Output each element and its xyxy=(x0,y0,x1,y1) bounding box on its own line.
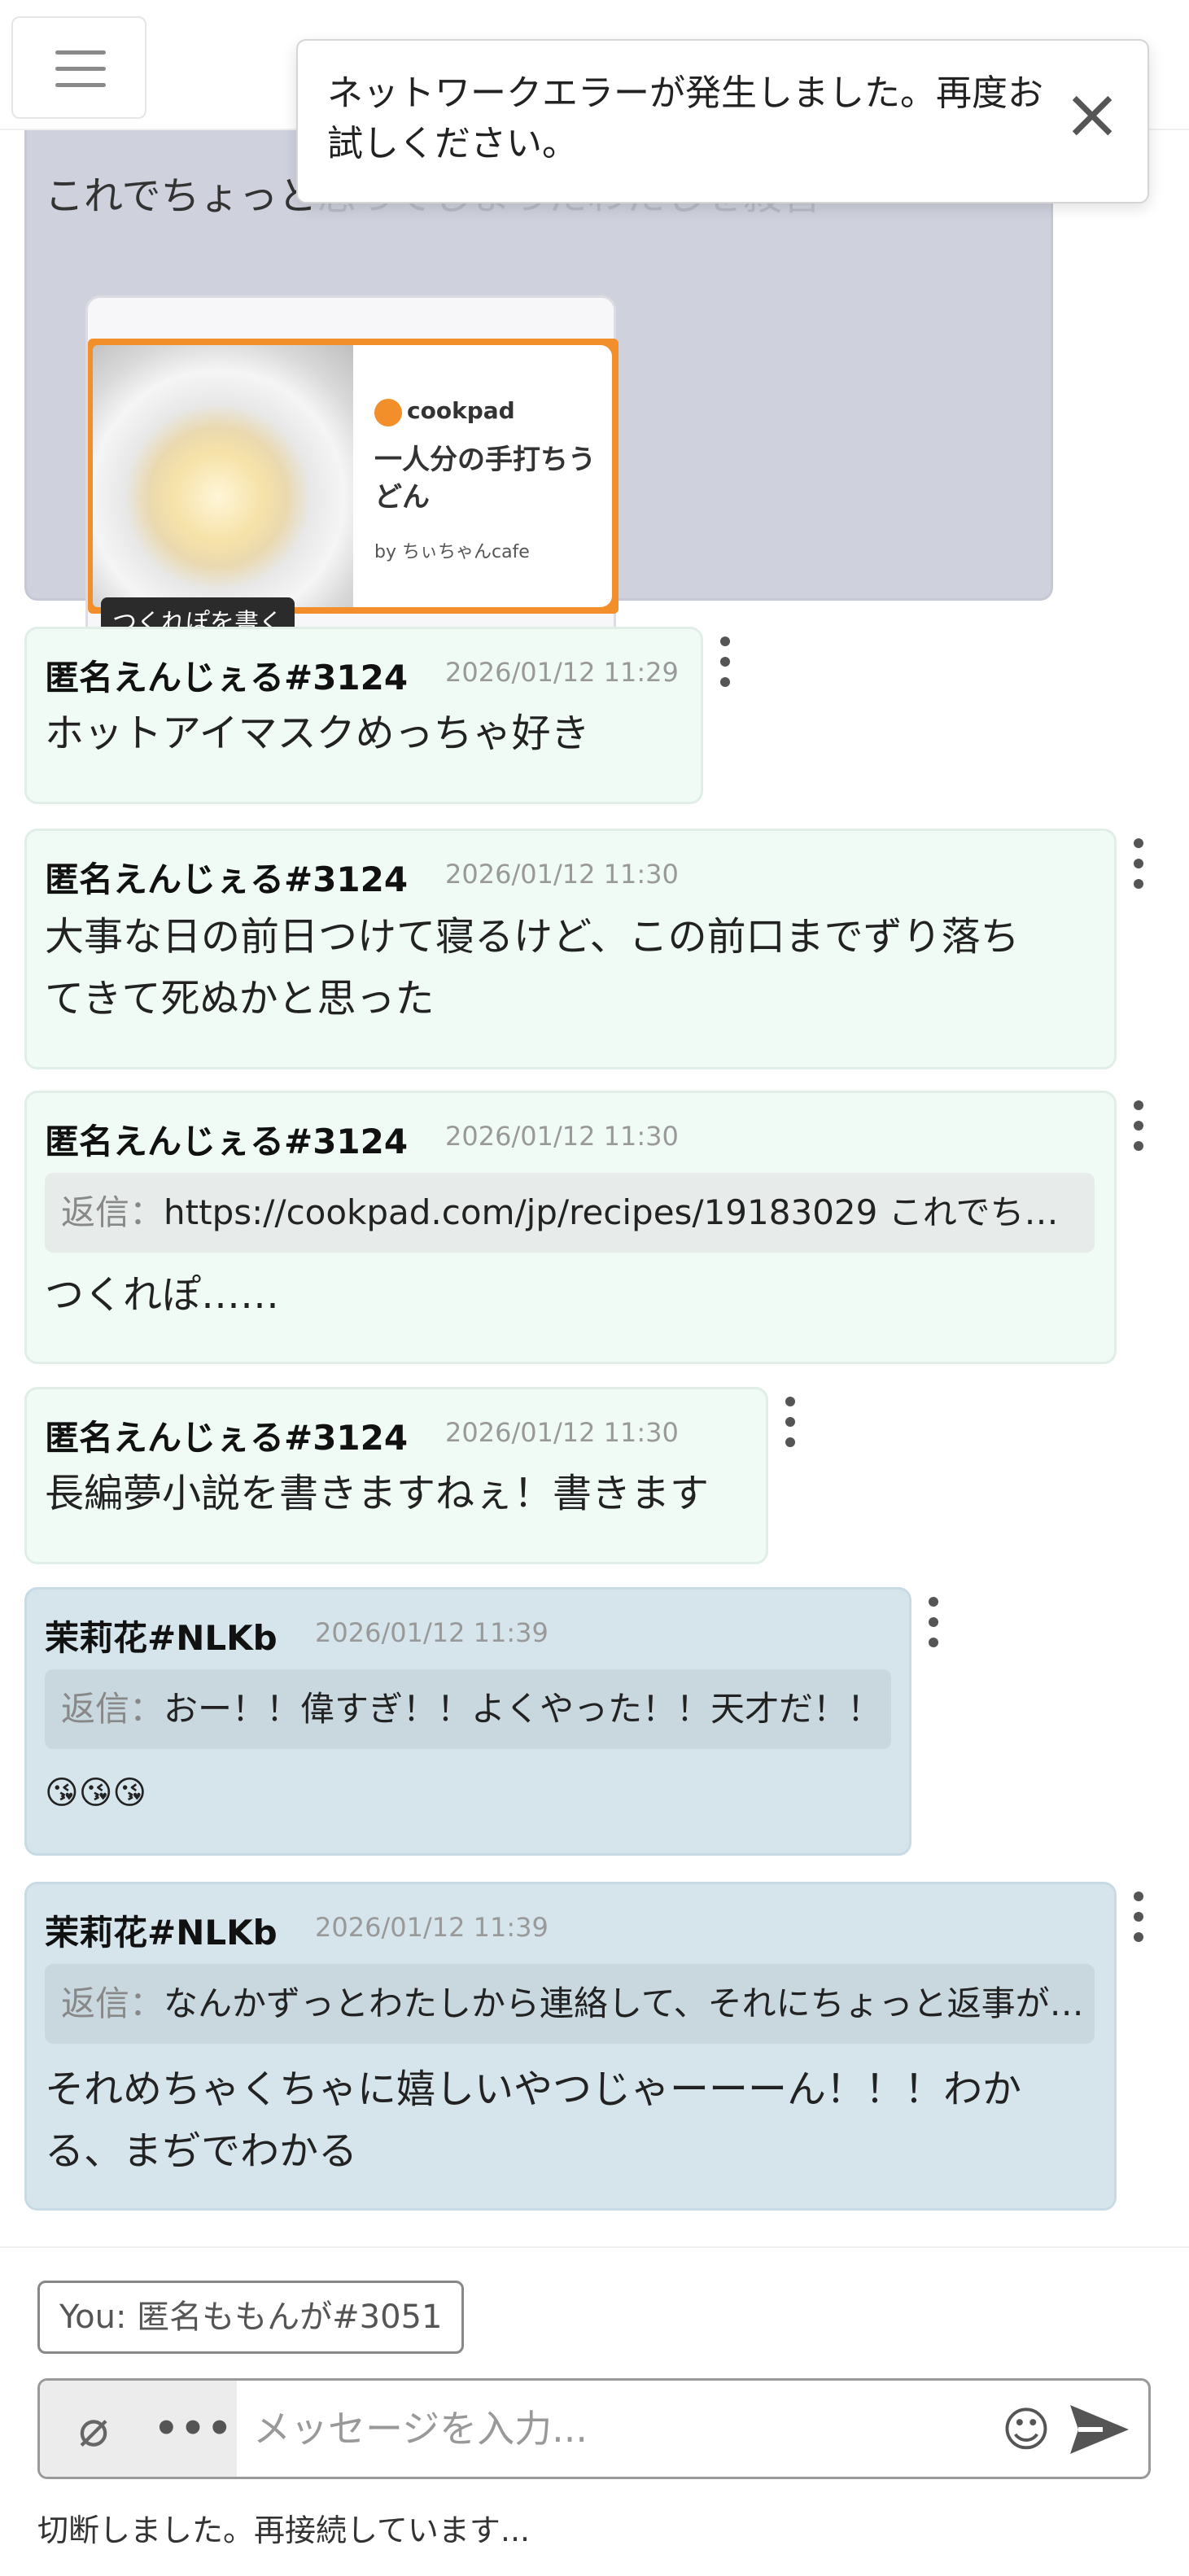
error-toast: ネットワークエラーが発生しました。再度お試しください。 × xyxy=(296,39,1149,203)
more-options-icon[interactable] xyxy=(1126,835,1151,892)
message-author[interactable]: 匿名えんじぇる#3124 xyxy=(45,1410,408,1460)
message-card: 匿名えんじぇる#3124 2026/01/12 11:30 返信：https:/… xyxy=(24,1091,1117,1364)
udon-image xyxy=(93,345,353,607)
recipe-banner: cookpad 一人分の手打ちうどん by ちぃちゃんcafe xyxy=(88,339,619,614)
message-text: つくれぽ…… xyxy=(45,1272,280,1318)
more-options-icon[interactable] xyxy=(921,1594,946,1651)
cookpad-logo-icon xyxy=(374,399,402,426)
send-icon[interactable] xyxy=(1065,2399,1134,2460)
more-options-icon[interactable] xyxy=(1126,1097,1151,1154)
message-card: 匿名えんじぇる#3124 2026/01/12 11:30 大事な日の前日つけて… xyxy=(24,829,1117,1069)
recipe-title: 一人分の手打ちうどん xyxy=(374,444,596,514)
reply-quote[interactable]: 返信：https://cookpad.com/jp/recipes/191830… xyxy=(45,1173,1095,1253)
menu-bar-line xyxy=(55,67,106,71)
toast-message: ネットワークエラーが発生しました。再度お試しください。 xyxy=(327,72,1043,164)
message-timestamp: 2026/01/12 11:29 xyxy=(445,657,679,688)
identity-chip[interactable]: You: 匿名ももんが#3051 xyxy=(37,2281,465,2354)
close-icon[interactable]: × xyxy=(1051,73,1133,155)
message-card: 茉莉花#NLKb 2026/01/12 11:39 返信：おー！！偉すぎ！！よく… xyxy=(24,1587,911,1856)
connection-status: 切断しました。再接続しています... xyxy=(37,2513,531,2548)
message-author[interactable]: 匿名えんじぇる#3124 xyxy=(45,650,408,700)
recipe-author: by ちぃちゃんcafe xyxy=(374,542,530,562)
message-card: 茉莉花#NLKb 2026/01/12 11:39 返信：なんかずっとわたしから… xyxy=(24,1882,1117,2211)
message-text: 長編夢小説を書きますねぇ！書きます xyxy=(45,1471,710,1516)
message-text: ホットアイマスクめっちゃ好き xyxy=(45,711,590,756)
message-text: 😘😘😘 xyxy=(45,1774,147,1812)
link-preview-card[interactable]: cookpad 一人分の手打ちうどん by ちぃちゃんcafe つくれぽを書く xyxy=(85,295,619,655)
menu-bar-line xyxy=(55,83,106,87)
composer-area: You: 匿名ももんが#3051 ⌀ ••• ☺ 切断しました。再接続しています… xyxy=(0,2246,1189,2576)
message-text: それめちゃくちゃに嬉しいやつじゃーーーん！！！わか る、まぢでわかる xyxy=(45,2066,1022,2174)
more-options-icon[interactable] xyxy=(1126,1888,1151,1945)
message-card: 匿名えんじぇる#3124 2026/01/12 11:30 長編夢小説を書きます… xyxy=(24,1387,768,1564)
more-options-icon[interactable] xyxy=(713,633,737,690)
paperclip-icon[interactable]: ⌀ xyxy=(61,2399,126,2459)
more-options-icon[interactable] xyxy=(778,1393,802,1450)
cookpad-brand: cookpad xyxy=(407,397,515,424)
message-input[interactable] xyxy=(253,2392,986,2465)
hamburger-menu-button[interactable] xyxy=(11,16,146,119)
message-composer: ⌀ ••• ☺ xyxy=(37,2378,1151,2479)
message-timestamp: 2026/01/12 11:30 xyxy=(445,1121,679,1152)
message-timestamp: 2026/01/12 11:30 xyxy=(445,1417,679,1448)
menu-bar-line xyxy=(55,50,106,55)
emoji-icon[interactable]: ☺ xyxy=(997,2400,1056,2459)
reply-quote[interactable]: 返信：おー！！偉すぎ！！よくやった！！天才だ！！ xyxy=(45,1669,891,1749)
message-author[interactable]: 茉莉花#NLKb xyxy=(45,1611,278,1660)
chat-log[interactable]: これでちょっと思ってしまったわたしを殺害 cookpad 一人分の手打ちうどん … xyxy=(0,130,1189,2246)
message-timestamp: 2026/01/12 11:39 xyxy=(315,1912,549,1943)
message-timestamp: 2026/01/12 11:39 xyxy=(315,1617,549,1648)
reply-quote[interactable]: 返信：なんかずっとわたしから連絡して、それにちょっと返事が… xyxy=(45,1964,1095,2044)
message-author[interactable]: 茉莉花#NLKb xyxy=(45,1905,278,1955)
message-card: 匿名えんじぇる#3124 2026/01/12 11:29 ホットアイマスクめっ… xyxy=(24,627,703,804)
message-author[interactable]: 匿名えんじぇる#3124 xyxy=(45,852,408,902)
message-timestamp: 2026/01/12 11:30 xyxy=(445,859,679,890)
message-author[interactable]: 匿名えんじぇる#3124 xyxy=(45,1114,408,1164)
message-text: 大事な日の前日つけて寝るけど、この前口までずり落ち てきて死ぬかと思った xyxy=(45,914,1020,1021)
more-horizontal-icon[interactable]: ••• xyxy=(154,2399,232,2459)
